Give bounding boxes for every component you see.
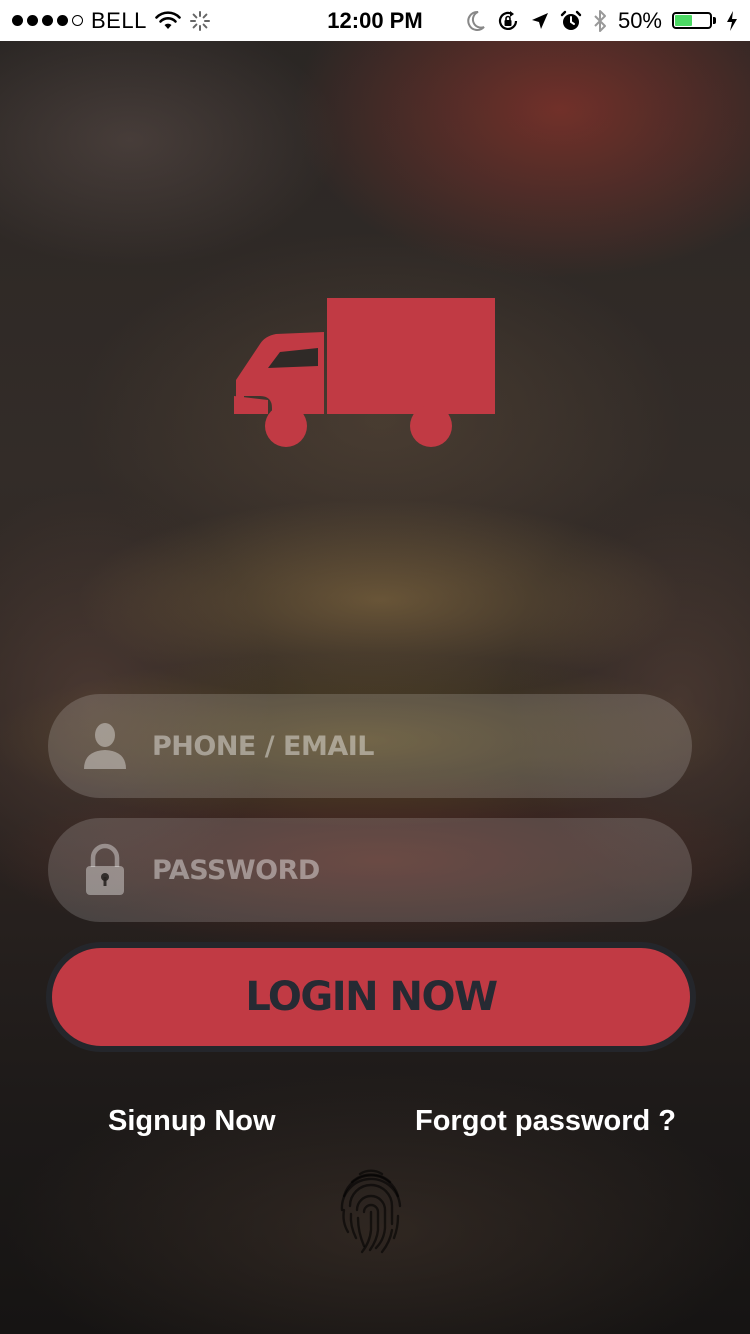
signup-link[interactable]: Signup Now — [108, 1105, 276, 1138]
location-arrow-icon — [530, 11, 550, 31]
forgot-password-link[interactable]: Forgot password ? — [415, 1105, 676, 1138]
login-button[interactable]: LOGIN NOW — [46, 942, 696, 1052]
phone-email-input[interactable] — [152, 730, 632, 762]
fingerprint-icon[interactable] — [338, 1166, 404, 1258]
battery-percent: 50% — [617, 7, 662, 33]
login-button-label: LOGIN NOW — [245, 974, 498, 1020]
status-right: 50% — [466, 0, 738, 41]
battery-fill — [675, 15, 692, 26]
login-screen: BELL 12:00 PM 50% PHONE / EMAIL LOGIN NO… — [0, 0, 750, 1334]
moon-icon — [466, 10, 486, 32]
password-field[interactable] — [48, 818, 692, 922]
lock-icon — [80, 842, 130, 898]
bluetooth-icon — [592, 9, 608, 33]
alarm-icon — [560, 10, 582, 32]
user-icon — [80, 718, 130, 774]
charging-bolt-icon — [726, 10, 738, 32]
battery-icon — [672, 12, 716, 29]
rotation-lock-icon — [496, 9, 520, 33]
password-input[interactable] — [152, 854, 632, 886]
status-bar: BELL 12:00 PM 50% — [0, 0, 750, 41]
battery-tip — [713, 17, 716, 24]
delivery-truck-icon — [232, 296, 498, 452]
phone-email-field[interactable] — [48, 694, 692, 798]
battery-body — [672, 12, 712, 29]
